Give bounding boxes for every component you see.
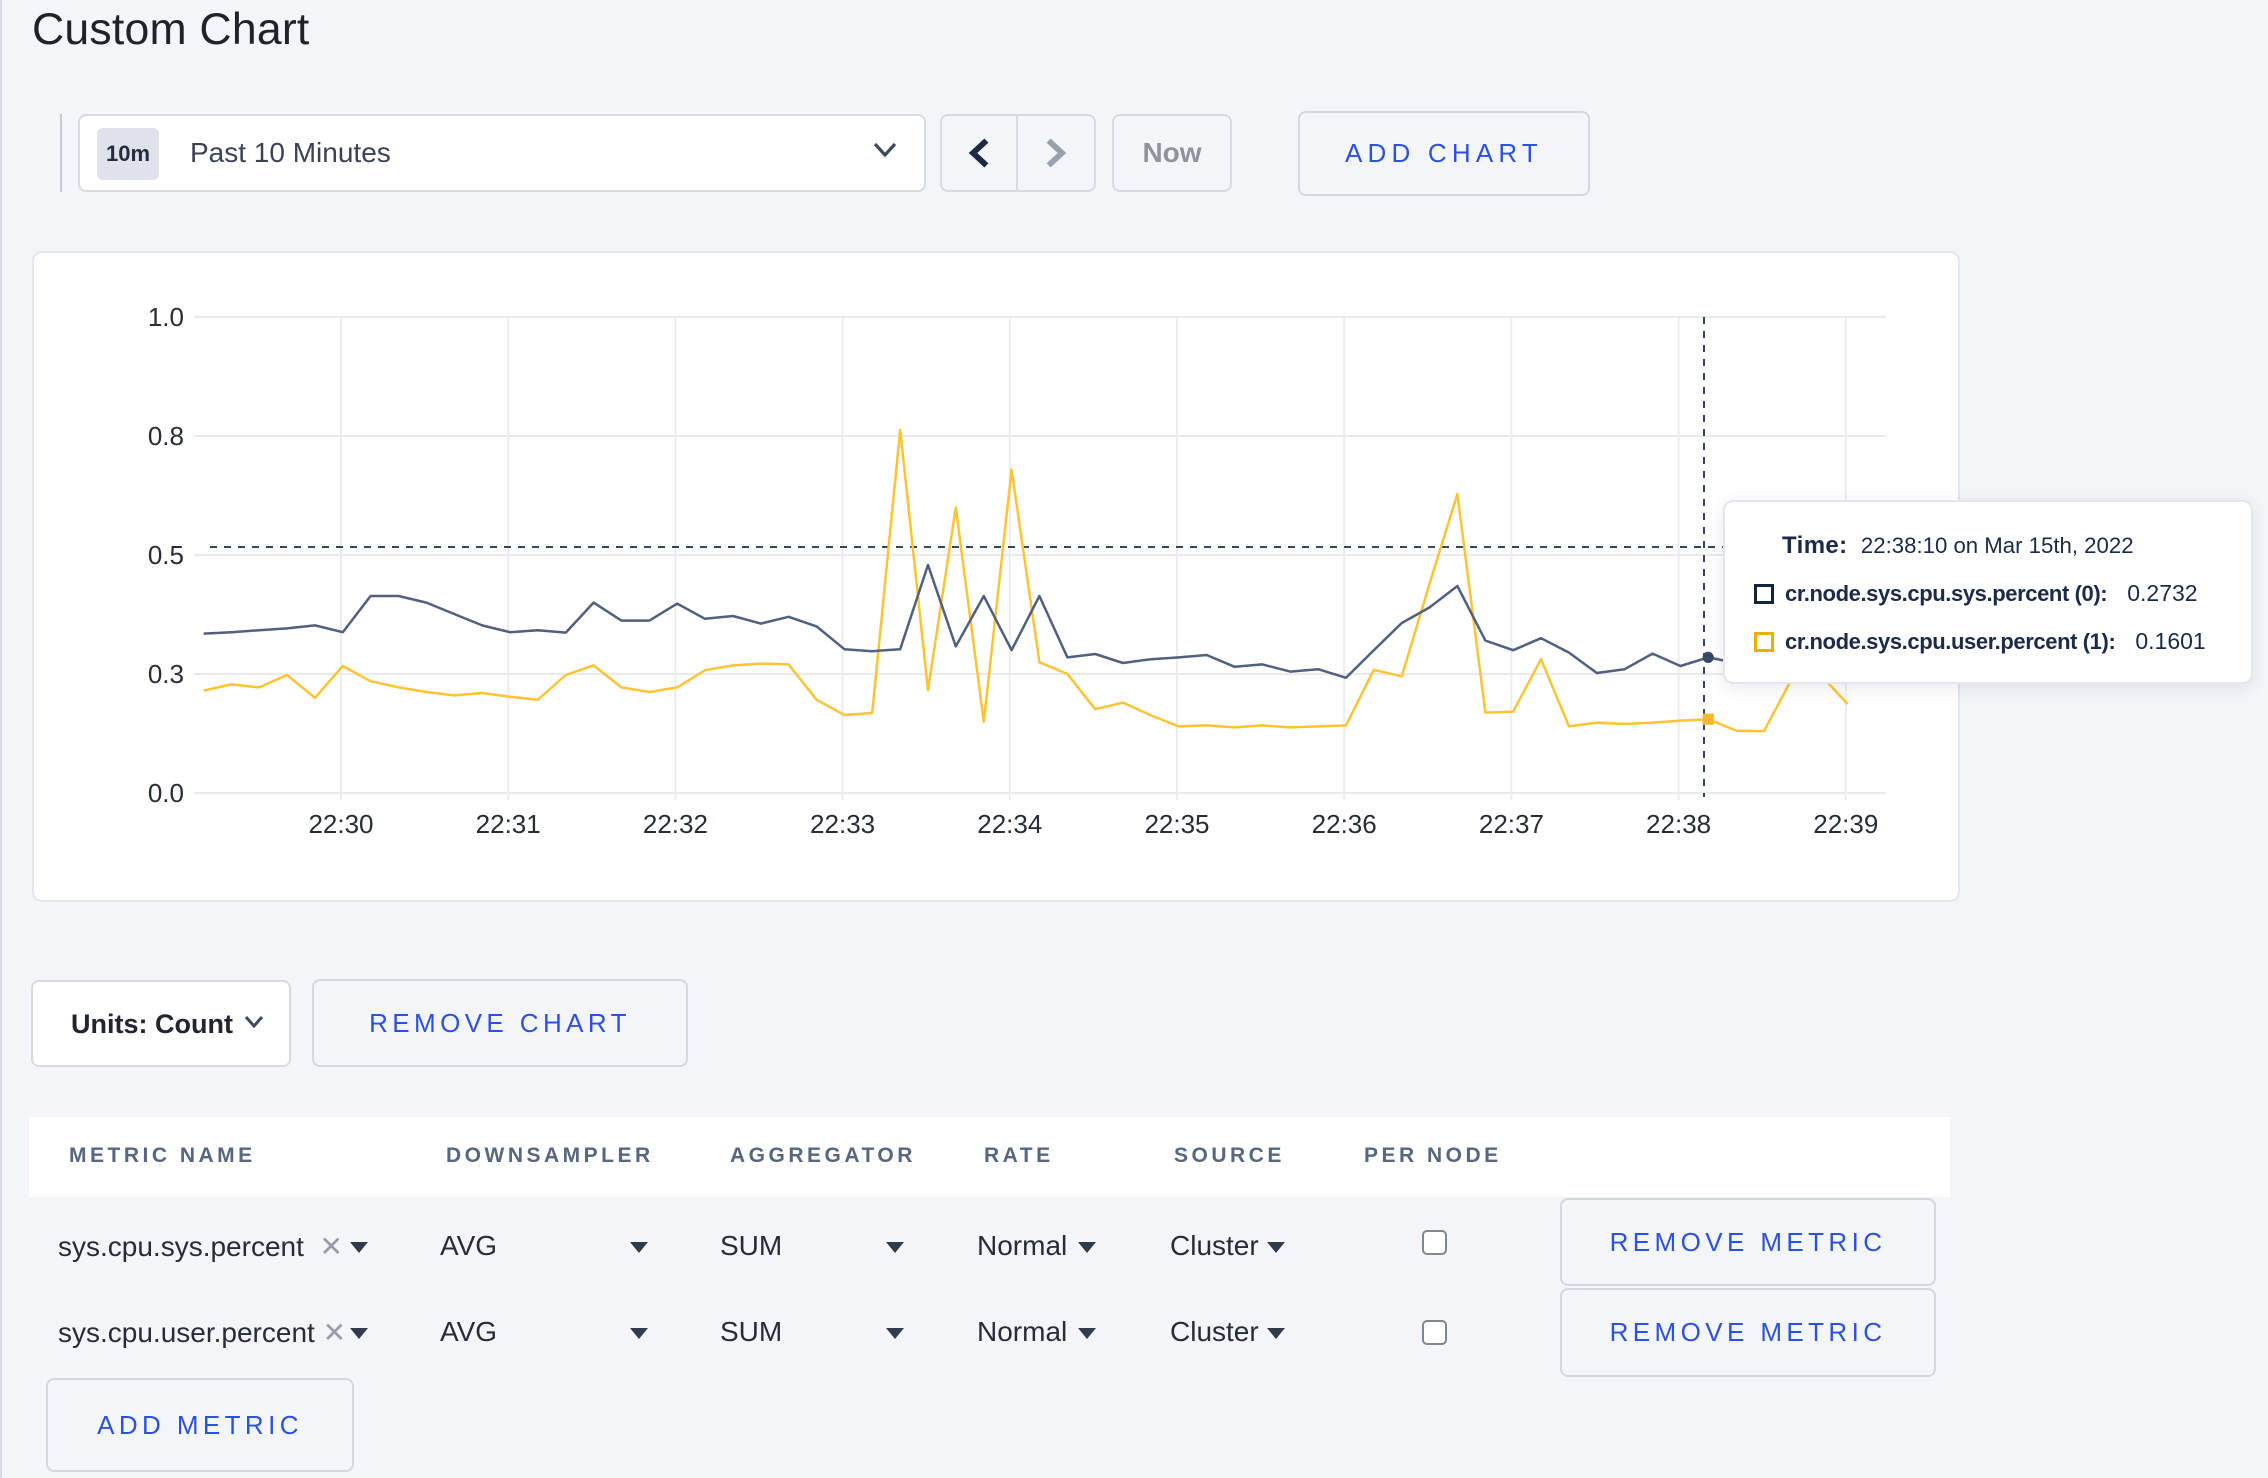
svg-text:22:31: 22:31 — [476, 809, 541, 839]
svg-text:22:34: 22:34 — [977, 809, 1042, 839]
svg-text:0.5: 0.5 — [148, 540, 184, 570]
svg-text:0.3: 0.3 — [148, 659, 184, 689]
svg-text:22:39: 22:39 — [1813, 809, 1878, 839]
svg-text:22:38: 22:38 — [1646, 809, 1711, 839]
svg-text:22:33: 22:33 — [810, 809, 875, 839]
svg-text:22:36: 22:36 — [1312, 809, 1377, 839]
svg-text:22:32: 22:32 — [643, 809, 708, 839]
svg-text:22:35: 22:35 — [1144, 809, 1209, 839]
svg-text:1.0: 1.0 — [148, 302, 184, 332]
svg-text:22:37: 22:37 — [1479, 809, 1544, 839]
svg-text:0.0: 0.0 — [148, 778, 184, 808]
svg-text:0.8: 0.8 — [148, 421, 184, 451]
svg-text:22:30: 22:30 — [308, 809, 373, 839]
